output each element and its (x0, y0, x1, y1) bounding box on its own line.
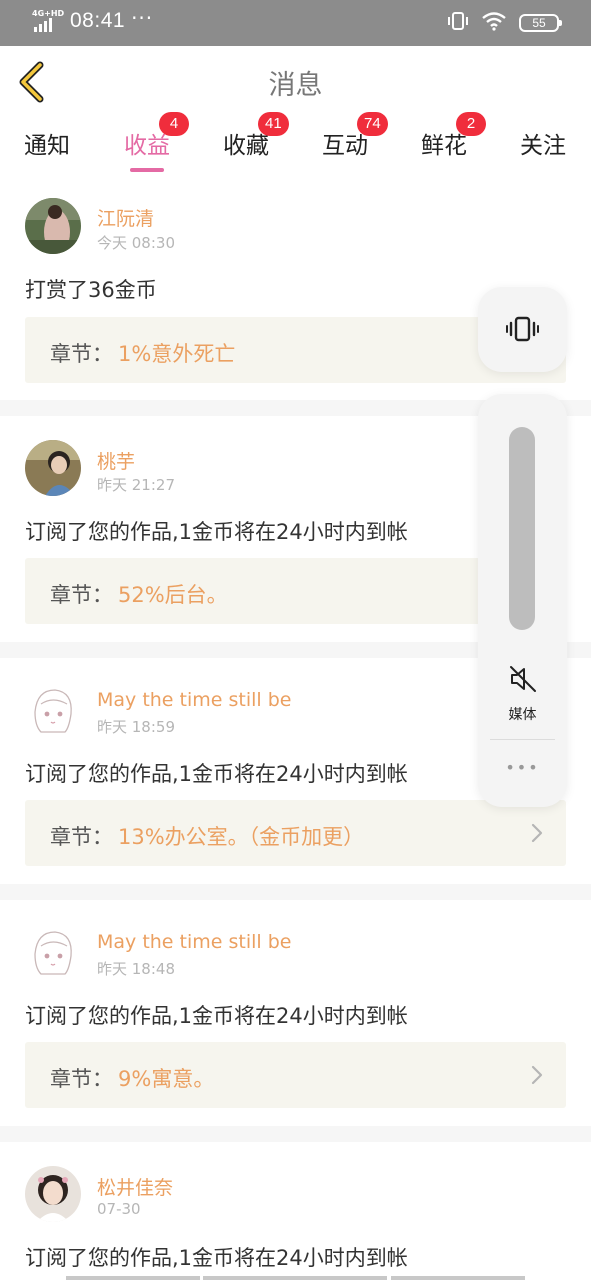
tab-label: 鲜花 (421, 133, 467, 159)
gesture-bar (391, 1276, 525, 1280)
tab-badge: 2 (456, 112, 486, 136)
chapter-label: 章节： (50, 342, 113, 366)
tab-earnings[interactable]: 收益 4 (107, 112, 189, 172)
chapter-link[interactable]: 章节： 13%办公室。（金币加更） (25, 800, 566, 866)
divider (490, 739, 555, 740)
tab-interactions[interactable]: 互动 74 (305, 112, 388, 160)
tab-notifications[interactable]: 通知 (7, 126, 87, 160)
tab-bar: 通知 收益 4 收藏 41 互动 74 鲜花 2 关注 (0, 112, 591, 176)
message-text: 订阅了您的作品,1金币将在24小时内到帐 (25, 762, 408, 786)
vibrate-icon (447, 11, 469, 35)
chapter-title: 52%后台。 (118, 583, 228, 607)
chapter-label: 章节： (50, 1067, 113, 1091)
status-bar: 4G+HD 08:41 ··· 55 (0, 0, 591, 46)
tab-badge: 41 (258, 112, 289, 136)
tab-following[interactable]: 关注 (503, 126, 583, 160)
chapter-title: 13%办公室。（金币加更） (118, 825, 365, 849)
signal-icon: 4G+HD (32, 9, 65, 32)
divider (0, 884, 591, 900)
battery-icon: 55 (519, 14, 562, 32)
message-card: May the time still be 昨天 18:48 订阅了您的作品,1… (0, 900, 591, 1126)
tab-label: 通知 (24, 133, 70, 159)
message-text: 订阅了您的作品,1金币将在24小时内到帐 (25, 1246, 408, 1270)
more-dots-icon[interactable]: ••• (478, 758, 567, 777)
tab-badge: 4 (159, 112, 189, 136)
tab-label: 收藏 (223, 133, 269, 159)
message-time: 昨天 18:48 (97, 960, 175, 978)
avatar[interactable] (25, 682, 81, 738)
message-time: 昨天 18:59 (97, 718, 175, 736)
vibrate-mode-icon (506, 316, 539, 342)
status-more-dots: ··· (131, 6, 154, 30)
tab-label: 收益 (124, 133, 170, 159)
chapter-link[interactable]: 章节： 9%寓意。 (25, 1042, 566, 1108)
user-name[interactable]: 松井佳奈 (97, 1173, 173, 1200)
media-label: 媒体 (508, 707, 537, 723)
message-text: 订阅了您的作品,1金币将在24小时内到帐 (25, 1004, 408, 1028)
avatar[interactable] (25, 440, 81, 496)
avatar[interactable] (25, 1166, 81, 1222)
divider (0, 1126, 591, 1142)
user-name[interactable]: 桃芋 (97, 447, 135, 474)
volume-panel: 媒体 ••• (478, 394, 567, 807)
tab-label: 关注 (520, 133, 566, 159)
mute-button[interactable] (508, 664, 538, 698)
message-text: 打赏了36金币 (25, 278, 157, 302)
tab-favorites[interactable]: 收藏 41 (206, 112, 289, 160)
status-time: 08:41 (70, 9, 126, 32)
message-time: 昨天 21:27 (97, 476, 175, 494)
wifi-icon (481, 11, 507, 35)
message-text: 订阅了您的作品,1金币将在24小时内到帐 (25, 520, 408, 544)
tab-flowers[interactable]: 鲜花 2 (404, 112, 486, 160)
message-time: 07-30 (97, 1200, 141, 1218)
volume-slider[interactable] (509, 427, 535, 630)
vibrate-mode-button[interactable] (478, 287, 567, 372)
user-name[interactable]: 江阮清 (97, 204, 154, 231)
chapter-title: 1%意外死亡 (118, 342, 236, 366)
user-name[interactable]: May the time still be (97, 931, 291, 953)
chapter-label: 章节： (50, 583, 113, 607)
tab-badge: 74 (357, 112, 388, 136)
mute-speaker-icon (510, 666, 536, 692)
gesture-bar (203, 1276, 387, 1280)
message-time: 今天 08:30 (97, 234, 175, 252)
header: 消息 (0, 46, 591, 118)
gesture-bar (66, 1276, 200, 1280)
chapter-label: 章节： (50, 825, 113, 849)
active-tab-indicator (130, 168, 164, 172)
chevron-right-icon (531, 823, 543, 843)
avatar[interactable] (25, 198, 81, 254)
chevron-right-icon (531, 1065, 543, 1085)
user-name[interactable]: May the time still be (97, 689, 291, 711)
page-title: 消息 (268, 70, 323, 101)
network-type: 4G+HD (32, 9, 65, 18)
tab-label: 互动 (322, 133, 368, 159)
message-card: 松井佳奈 07-30 订阅了您的作品,1金币将在24小时内到帐 (0, 1142, 591, 1280)
avatar[interactable] (25, 924, 81, 980)
chapter-title: 9%寓意。 (118, 1067, 215, 1091)
